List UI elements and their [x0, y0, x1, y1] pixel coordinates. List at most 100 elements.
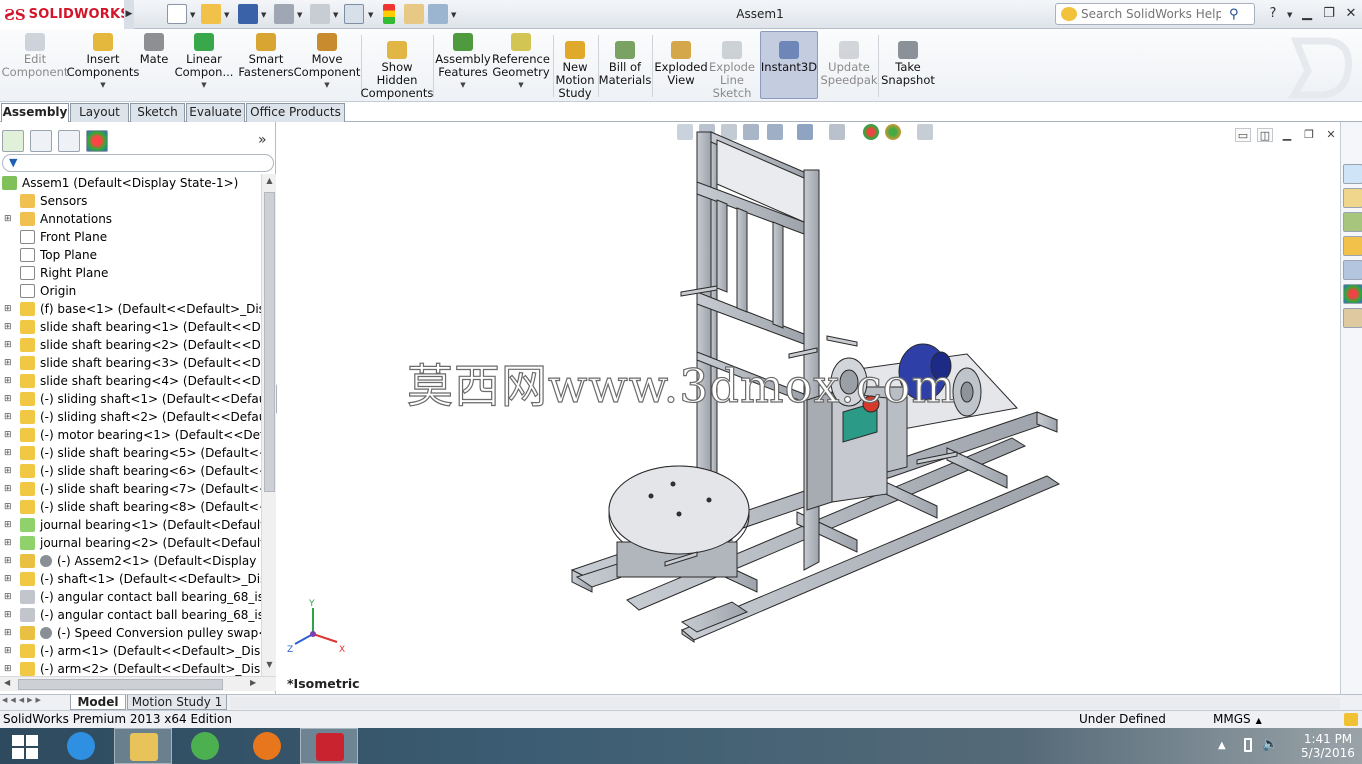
assembly-features-dropdown-icon[interactable]: ▼ — [460, 79, 465, 92]
solidworks-resources-icon[interactable] — [1343, 164, 1362, 184]
scroll-up-icon[interactable]: ▲ — [264, 176, 275, 190]
expand-node-icon[interactable]: ⊞ — [4, 665, 12, 674]
insert-components-button[interactable]: Insert Components ▼ — [67, 33, 139, 92]
undo-dropdown-icon[interactable]: ▼ — [333, 11, 338, 19]
take-snapshot-button[interactable]: Take Snapshot — [880, 41, 936, 87]
tab-motion-study-1[interactable]: Motion Study 1 — [127, 695, 227, 710]
undo-icon[interactable] — [310, 4, 330, 24]
device-icon[interactable] — [1244, 738, 1252, 752]
options-icon[interactable] — [428, 4, 448, 24]
tree-item[interactable]: Top Plane — [0, 246, 261, 264]
tab-model[interactable]: Model — [70, 695, 126, 710]
reference-geometry-button[interactable]: Reference Geometry ▼ — [492, 33, 550, 92]
tree-item[interactable]: ⊞ (-) arm<2> (Default<<Default>_Display S — [0, 660, 261, 676]
menu-expand-icon[interactable]: ▶ — [124, 0, 134, 29]
file-properties-icon[interactable] — [404, 4, 424, 24]
linear-component-pattern-button[interactable]: Linear Compon... ▼ — [174, 33, 234, 92]
tree-item[interactable]: Assem1 (Default<Display State-1>) — [0, 174, 261, 192]
tree-item[interactable]: Origin — [0, 282, 261, 300]
scenes-icon[interactable] — [1343, 284, 1362, 304]
tree-item[interactable]: ⊞ slide shaft bearing<3> (Default<<Defaul… — [0, 354, 261, 372]
explode-line-sketch-button[interactable]: Explode Line Sketch — [708, 41, 756, 100]
tree-item[interactable]: ⊞ slide shaft bearing<4> (Default<<Defaul… — [0, 372, 261, 390]
move-component-dropdown-icon[interactable]: ▼ — [324, 79, 329, 92]
expand-node-icon[interactable]: ⊞ — [4, 485, 12, 494]
expand-node-icon[interactable]: ⊞ — [4, 521, 12, 530]
tree-item[interactable]: Sensors — [0, 192, 261, 210]
tree-item[interactable]: ⊞ (-) sliding shaft<1> (Default<<Default>… — [0, 390, 261, 408]
solidworks-logo[interactable]: ƧS SOLIDWORKS — [0, 0, 130, 29]
exploded-view-button[interactable]: Exploded View — [654, 41, 708, 87]
display-manager-icon[interactable] — [86, 130, 108, 152]
help-button[interactable]: ? — [1262, 4, 1284, 24]
tree-item[interactable]: ⊞ journal bearing<1> (Default<Default_Dis… — [0, 516, 261, 534]
graphics-area[interactable]: ▭ ◫ ▁ ❐ ✕ 莫西网www.3dmox.com Y X Z *Isomet… — [277, 122, 1340, 694]
assembly-features-button[interactable]: Assembly Features ▼ — [435, 33, 491, 92]
windows-start-icon[interactable] — [6, 732, 42, 760]
print-dropdown-icon[interactable]: ▼ — [297, 11, 302, 19]
expand-node-icon[interactable]: ⊞ — [4, 575, 12, 584]
expand-node-icon[interactable]: ⊞ — [4, 215, 12, 224]
expand-node-icon[interactable]: ⊞ — [4, 449, 12, 458]
expand-node-icon[interactable]: ⊞ — [4, 395, 12, 404]
custom-properties-icon[interactable] — [1343, 308, 1362, 328]
instant3d-button[interactable]: Instant3D — [761, 41, 817, 74]
show-hidden-icons-icon[interactable]: ▲ — [1218, 740, 1226, 751]
expand-node-icon[interactable]: ⊞ — [4, 341, 12, 350]
tree-vertical-scrollbar[interactable]: ▲ ▼ — [261, 174, 276, 676]
minimize-icon[interactable]: ▁ — [1296, 4, 1318, 24]
options-dropdown-icon[interactable]: ▼ — [451, 11, 456, 19]
rebuild-traffic-light-icon[interactable] — [383, 4, 395, 24]
taskbar-file-explorer[interactable] — [114, 728, 172, 764]
tab-assembly[interactable]: Assembly — [1, 103, 69, 123]
help-search-box[interactable]: ⚲ — [1055, 3, 1255, 25]
smart-fasteners-button[interactable]: Smart Fasteners — [238, 33, 294, 79]
tree-item[interactable]: ⊞ (-) sliding shaft<2> (Default<<Default>… — [0, 408, 261, 426]
help-search-input[interactable] — [1081, 7, 1221, 21]
new-dropdown-icon[interactable]: ▼ — [190, 11, 195, 19]
tree-item[interactable]: ⊞ (-) arm<1> (Default<<Default>_Display S — [0, 642, 261, 660]
taskbar-solidworks[interactable] — [300, 728, 358, 764]
mate-button[interactable]: Mate — [138, 33, 170, 66]
tree-item[interactable]: ⊞ (-) slide shaft bearing<5> (Default<<De… — [0, 444, 261, 462]
tree-item[interactable]: ⊞ (-) angular contact ball bearing_68_iso… — [0, 606, 261, 624]
restore-icon[interactable]: ❐ — [1318, 4, 1340, 24]
expand-panel-icon[interactable]: » — [258, 132, 267, 148]
move-component-button[interactable]: Move Component ▼ — [294, 33, 360, 92]
tree-item[interactable]: ⊞ (-) slide shaft bearing<8> (Default<<De… — [0, 498, 261, 516]
expand-node-icon[interactable]: ⊞ — [4, 503, 12, 512]
new-motion-study-button[interactable]: New Motion Study — [555, 41, 595, 100]
file-explorer-pane-icon[interactable] — [1343, 212, 1362, 232]
expand-node-icon[interactable]: ⊞ — [4, 647, 12, 656]
edit-component-button[interactable]: Edit Component — [2, 33, 68, 79]
select-dropdown-icon[interactable]: ▼ — [368, 11, 373, 19]
configuration-manager-icon[interactable] — [58, 130, 80, 152]
search-icon[interactable]: ⚲ — [1229, 7, 1239, 22]
expand-node-icon[interactable]: ⊞ — [4, 359, 12, 368]
tree-item[interactable]: Right Plane — [0, 264, 261, 282]
design-library-icon[interactable] — [1343, 188, 1362, 208]
expand-node-icon[interactable]: ⊞ — [4, 539, 12, 548]
tab-sketch[interactable]: Sketch — [130, 103, 185, 122]
linear-component-dropdown-icon[interactable]: ▼ — [201, 79, 206, 92]
feature-manager-tree-icon[interactable] — [2, 130, 24, 152]
tree-item[interactable]: ⊞ (-) motor bearing<1> (Default<<Default> — [0, 426, 261, 444]
system-clock[interactable]: 1:41 PM 5/3/2016 — [1298, 732, 1358, 760]
scroll-left-icon[interactable]: ◀ — [4, 678, 10, 687]
expand-node-icon[interactable]: ⊞ — [4, 467, 12, 476]
tree-item[interactable]: ⊞ (-) Speed Conversion pulley swap<2> — [0, 624, 261, 642]
tree-item[interactable]: ⊞ (-) slide shaft bearing<6> (Default<<De… — [0, 462, 261, 480]
tree-horizontal-scrollbar[interactable]: ◀ ▶ — [0, 676, 276, 691]
tree-item[interactable]: ⊞ (f) base<1> (Default<<Default>_Display … — [0, 300, 261, 318]
expand-node-icon[interactable]: ⊞ — [4, 593, 12, 602]
help-dropdown-icon[interactable]: ▼ — [1287, 11, 1292, 19]
print-icon[interactable] — [274, 4, 294, 24]
tree-item[interactable]: ⊞ slide shaft bearing<1> (Default<<Defaul… — [0, 318, 261, 336]
update-speedpak-button[interactable]: Update Speedpak — [820, 41, 878, 87]
appearances-icon[interactable] — [1343, 260, 1362, 280]
scroll-thumb[interactable] — [264, 192, 275, 492]
reference-geometry-dropdown-icon[interactable]: ▼ — [518, 79, 523, 92]
bill-of-materials-button[interactable]: Bill of Materials — [599, 41, 651, 87]
tree-item[interactable]: ⊞ Annotations — [0, 210, 261, 228]
close-icon[interactable]: ✕ — [1340, 4, 1362, 24]
